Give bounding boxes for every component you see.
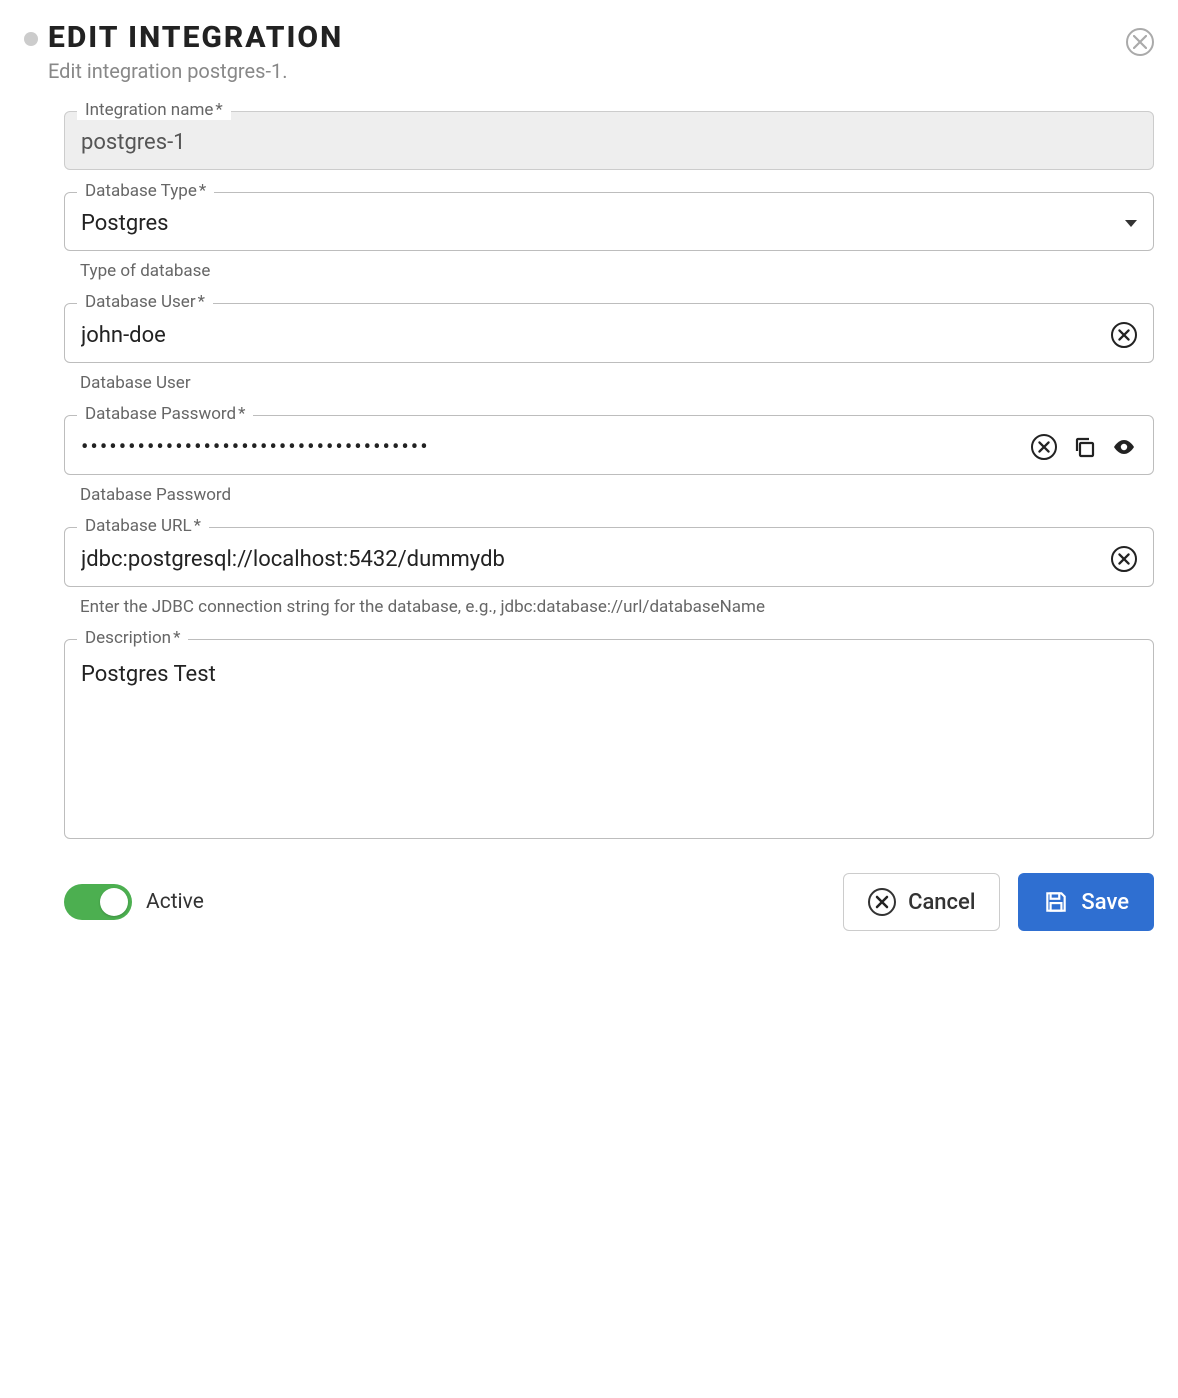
database-url-label: Database URL* xyxy=(77,516,209,536)
toggle-knob-icon xyxy=(100,888,128,916)
cancel-icon xyxy=(868,888,896,916)
clear-database-user-button[interactable] xyxy=(1111,322,1137,348)
description-input[interactable] xyxy=(81,658,1137,818)
database-type-value: Postgres xyxy=(81,211,1125,236)
database-url-field[interactable]: Database URL* xyxy=(64,527,1154,587)
database-password-field[interactable]: Database Password* xyxy=(64,415,1154,475)
cancel-button-label: Cancel xyxy=(908,890,975,915)
chevron-down-icon xyxy=(1125,220,1137,228)
active-toggle-label: Active xyxy=(146,890,204,914)
toggle-password-visibility-button[interactable] xyxy=(1111,434,1137,460)
description-label: Description* xyxy=(77,628,188,648)
database-password-input[interactable] xyxy=(81,435,1021,460)
copy-password-button[interactable] xyxy=(1071,434,1097,460)
database-password-label: Database Password* xyxy=(77,404,253,424)
edit-integration-form: Integration name* Database Type* Postgre… xyxy=(24,111,1154,931)
database-type-field[interactable]: Database Type* Postgres xyxy=(64,192,1154,251)
cancel-button[interactable]: Cancel xyxy=(843,873,1000,931)
eye-icon xyxy=(1112,435,1136,459)
page-title: Edit Integration xyxy=(48,20,343,55)
database-url-input[interactable] xyxy=(81,547,1101,572)
integration-name-label: Integration name* xyxy=(77,100,231,120)
database-type-label: Database Type* xyxy=(77,181,214,201)
active-toggle[interactable] xyxy=(64,884,132,920)
integration-name-field: Integration name* xyxy=(64,111,1154,170)
save-button-label: Save xyxy=(1081,890,1129,915)
database-user-label: Database User* xyxy=(77,292,213,312)
integration-name-input xyxy=(81,130,1137,155)
page-subtitle: Edit integration postgres-1. xyxy=(48,59,343,83)
database-type-helper: Type of database xyxy=(80,261,1154,281)
description-field[interactable]: Description* xyxy=(64,639,1154,839)
database-url-helper: Enter the JDBC connection string for the… xyxy=(80,597,1154,617)
copy-icon xyxy=(1072,435,1096,459)
database-user-field[interactable]: Database User* xyxy=(64,303,1154,363)
database-user-input[interactable] xyxy=(81,323,1101,348)
status-dot-icon xyxy=(24,32,38,46)
clear-password-button[interactable] xyxy=(1031,434,1057,460)
save-button[interactable]: Save xyxy=(1018,873,1154,931)
close-icon xyxy=(1133,35,1147,49)
save-icon xyxy=(1043,889,1069,915)
clear-database-url-button[interactable] xyxy=(1111,546,1137,572)
close-button[interactable] xyxy=(1126,28,1154,56)
database-user-helper: Database User xyxy=(80,373,1154,393)
database-password-helper: Database Password xyxy=(80,485,1154,505)
